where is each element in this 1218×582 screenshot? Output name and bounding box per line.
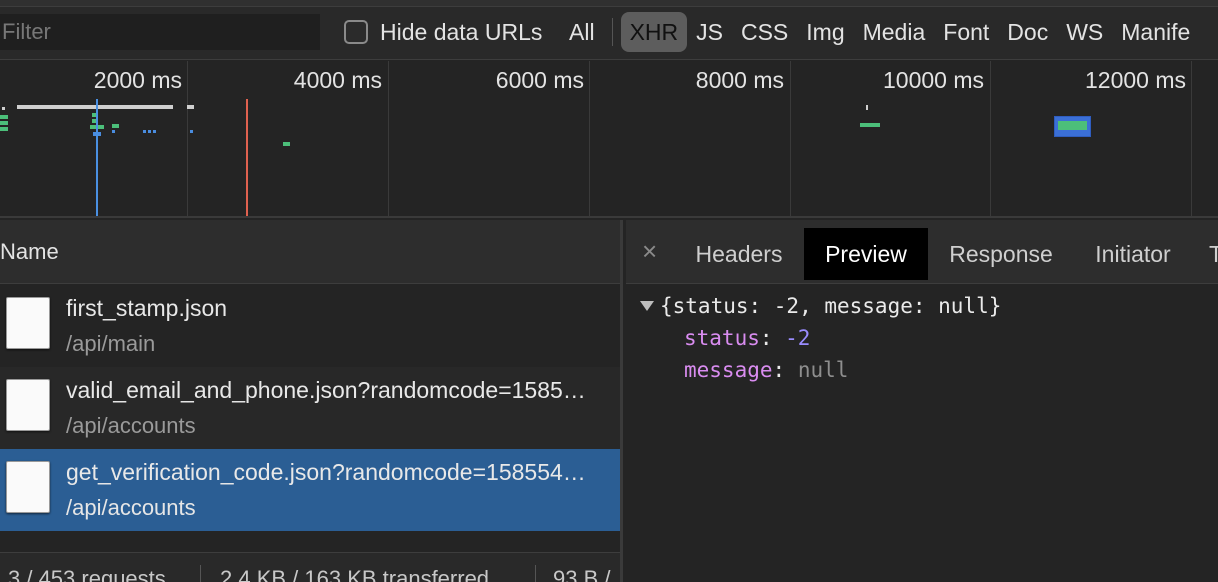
requests-table: Name first_stamp.json /api/main valid_em…	[0, 220, 623, 582]
summary-divider	[535, 565, 536, 582]
json-value-number: -2	[785, 326, 811, 350]
file-icon	[6, 461, 50, 513]
request-path: /api/accounts	[66, 495, 196, 520]
load-event-marker	[246, 99, 248, 216]
toolbar-top-strip	[0, 0, 1218, 7]
type-filter-divider	[611, 18, 613, 46]
file-icon	[6, 379, 50, 431]
request-count: 3 / 453 requests	[8, 566, 166, 582]
tab-preview[interactable]: Preview	[804, 228, 928, 280]
file-icon	[6, 297, 50, 349]
type-filter-font[interactable]: Font	[934, 12, 998, 52]
json-field: message: null	[684, 358, 849, 382]
tab-response[interactable]: Response	[930, 228, 1072, 280]
timeline-request-bar	[0, 121, 8, 125]
timeline-tick-label: 8000 ms	[695, 67, 784, 93]
details-tabs: × Headers Preview Response Initiator T	[626, 220, 1218, 284]
tab-timing[interactable]: T	[1206, 228, 1218, 280]
type-filter-media[interactable]: Media	[854, 12, 935, 52]
timeline-request-bar	[0, 127, 8, 131]
timeline-request-bar	[148, 130, 151, 133]
request-name: first_stamp.json	[66, 295, 228, 321]
type-filter-img[interactable]: Img	[797, 12, 853, 52]
type-filter-ws[interactable]: WS	[1057, 12, 1112, 52]
timeline-tick-label: 2000 ms	[93, 67, 182, 93]
timeline-gridline	[187, 61, 188, 216]
json-value-null: null	[797, 358, 849, 382]
request-row[interactable]: first_stamp.json /api/main	[0, 285, 620, 367]
resource-type-filters: All XHR JS CSS Img Media Font Doc WS Man…	[560, 12, 1199, 52]
filter-input[interactable]	[0, 14, 320, 50]
resources-size: 93 B /	[553, 566, 611, 582]
type-filter-doc[interactable]: Doc	[998, 12, 1057, 52]
request-details-panel: × Headers Preview Response Initiator T {…	[626, 220, 1218, 582]
request-name: valid_email_and_phone.json?randomcode=15…	[66, 377, 586, 403]
timeline-request-bar	[1058, 121, 1087, 130]
timeline-request-bar	[153, 130, 156, 133]
timeline-request-bar	[283, 142, 290, 146]
type-filter-manifest[interactable]: Manife	[1112, 12, 1199, 52]
network-overview-timeline[interactable]: 2000 ms 4000 ms 6000 ms 8000 ms 10000 ms…	[0, 61, 1218, 218]
timeline-tick-label: 10000 ms	[882, 67, 984, 93]
timeline-request-bar	[187, 105, 194, 109]
timeline-gridline	[388, 61, 389, 216]
timeline-request-bar	[112, 130, 115, 133]
timeline-request-bar	[2, 107, 5, 110]
timeline-request-bar	[190, 130, 193, 133]
timeline-request-bar	[112, 124, 119, 128]
hide-data-urls-checkbox[interactable]	[344, 20, 368, 44]
dom-content-loaded-marker	[96, 99, 98, 216]
json-key: status	[684, 326, 760, 350]
timeline-gridline	[589, 61, 590, 216]
timeline-gridline	[790, 61, 791, 216]
timeline-gridline	[1191, 61, 1192, 216]
request-path: /api/accounts	[66, 413, 196, 438]
timeline-tick-label: 6000 ms	[495, 67, 584, 93]
request-row[interactable]: valid_email_and_phone.json?randomcode=15…	[0, 367, 620, 449]
expand-triangle-icon[interactable]	[640, 301, 654, 311]
timeline-request-bar	[866, 105, 868, 110]
type-filter-js[interactable]: JS	[687, 12, 732, 52]
transferred-size: 2.4 KB / 163 KB transferred	[220, 566, 490, 582]
json-summary: {status: -2, message: null}	[660, 294, 1002, 318]
request-name: get_verification_code.json?randomcode=15…	[66, 459, 586, 485]
request-row-selected[interactable]: get_verification_code.json?randomcode=15…	[0, 449, 620, 531]
timeline-tick-label: 12000 ms	[1084, 67, 1186, 93]
timeline-gridline	[990, 61, 991, 216]
hide-data-urls-toggle[interactable]: Hide data URLs	[344, 18, 542, 46]
json-key: message	[684, 358, 773, 382]
timeline-request-bar	[17, 105, 173, 109]
network-toolbar: Hide data URLs All XHR JS CSS Img Media …	[0, 0, 1218, 60]
tab-initiator[interactable]: Initiator	[1074, 228, 1192, 280]
timeline-request-bar	[0, 115, 8, 119]
type-filter-css[interactable]: CSS	[732, 12, 797, 52]
name-column-header[interactable]: Name	[0, 220, 620, 284]
network-summary-bar: 3 / 453 requests 2.4 KB / 163 KB transfe…	[0, 552, 620, 582]
hide-data-urls-label: Hide data URLs	[380, 18, 543, 45]
close-icon[interactable]: ×	[642, 236, 657, 266]
json-root-node[interactable]: {status: -2, message: null}	[640, 294, 1001, 318]
timeline-request-bar	[860, 123, 880, 127]
tab-headers[interactable]: Headers	[678, 228, 800, 280]
type-filter-all[interactable]: All	[560, 12, 604, 52]
request-path: /api/main	[66, 331, 156, 356]
json-field: status: -2	[684, 326, 811, 350]
type-filter-xhr[interactable]: XHR	[620, 12, 688, 52]
timeline-tick-label: 4000 ms	[293, 67, 382, 93]
timeline-request-bar	[143, 130, 146, 133]
summary-divider	[200, 565, 201, 582]
